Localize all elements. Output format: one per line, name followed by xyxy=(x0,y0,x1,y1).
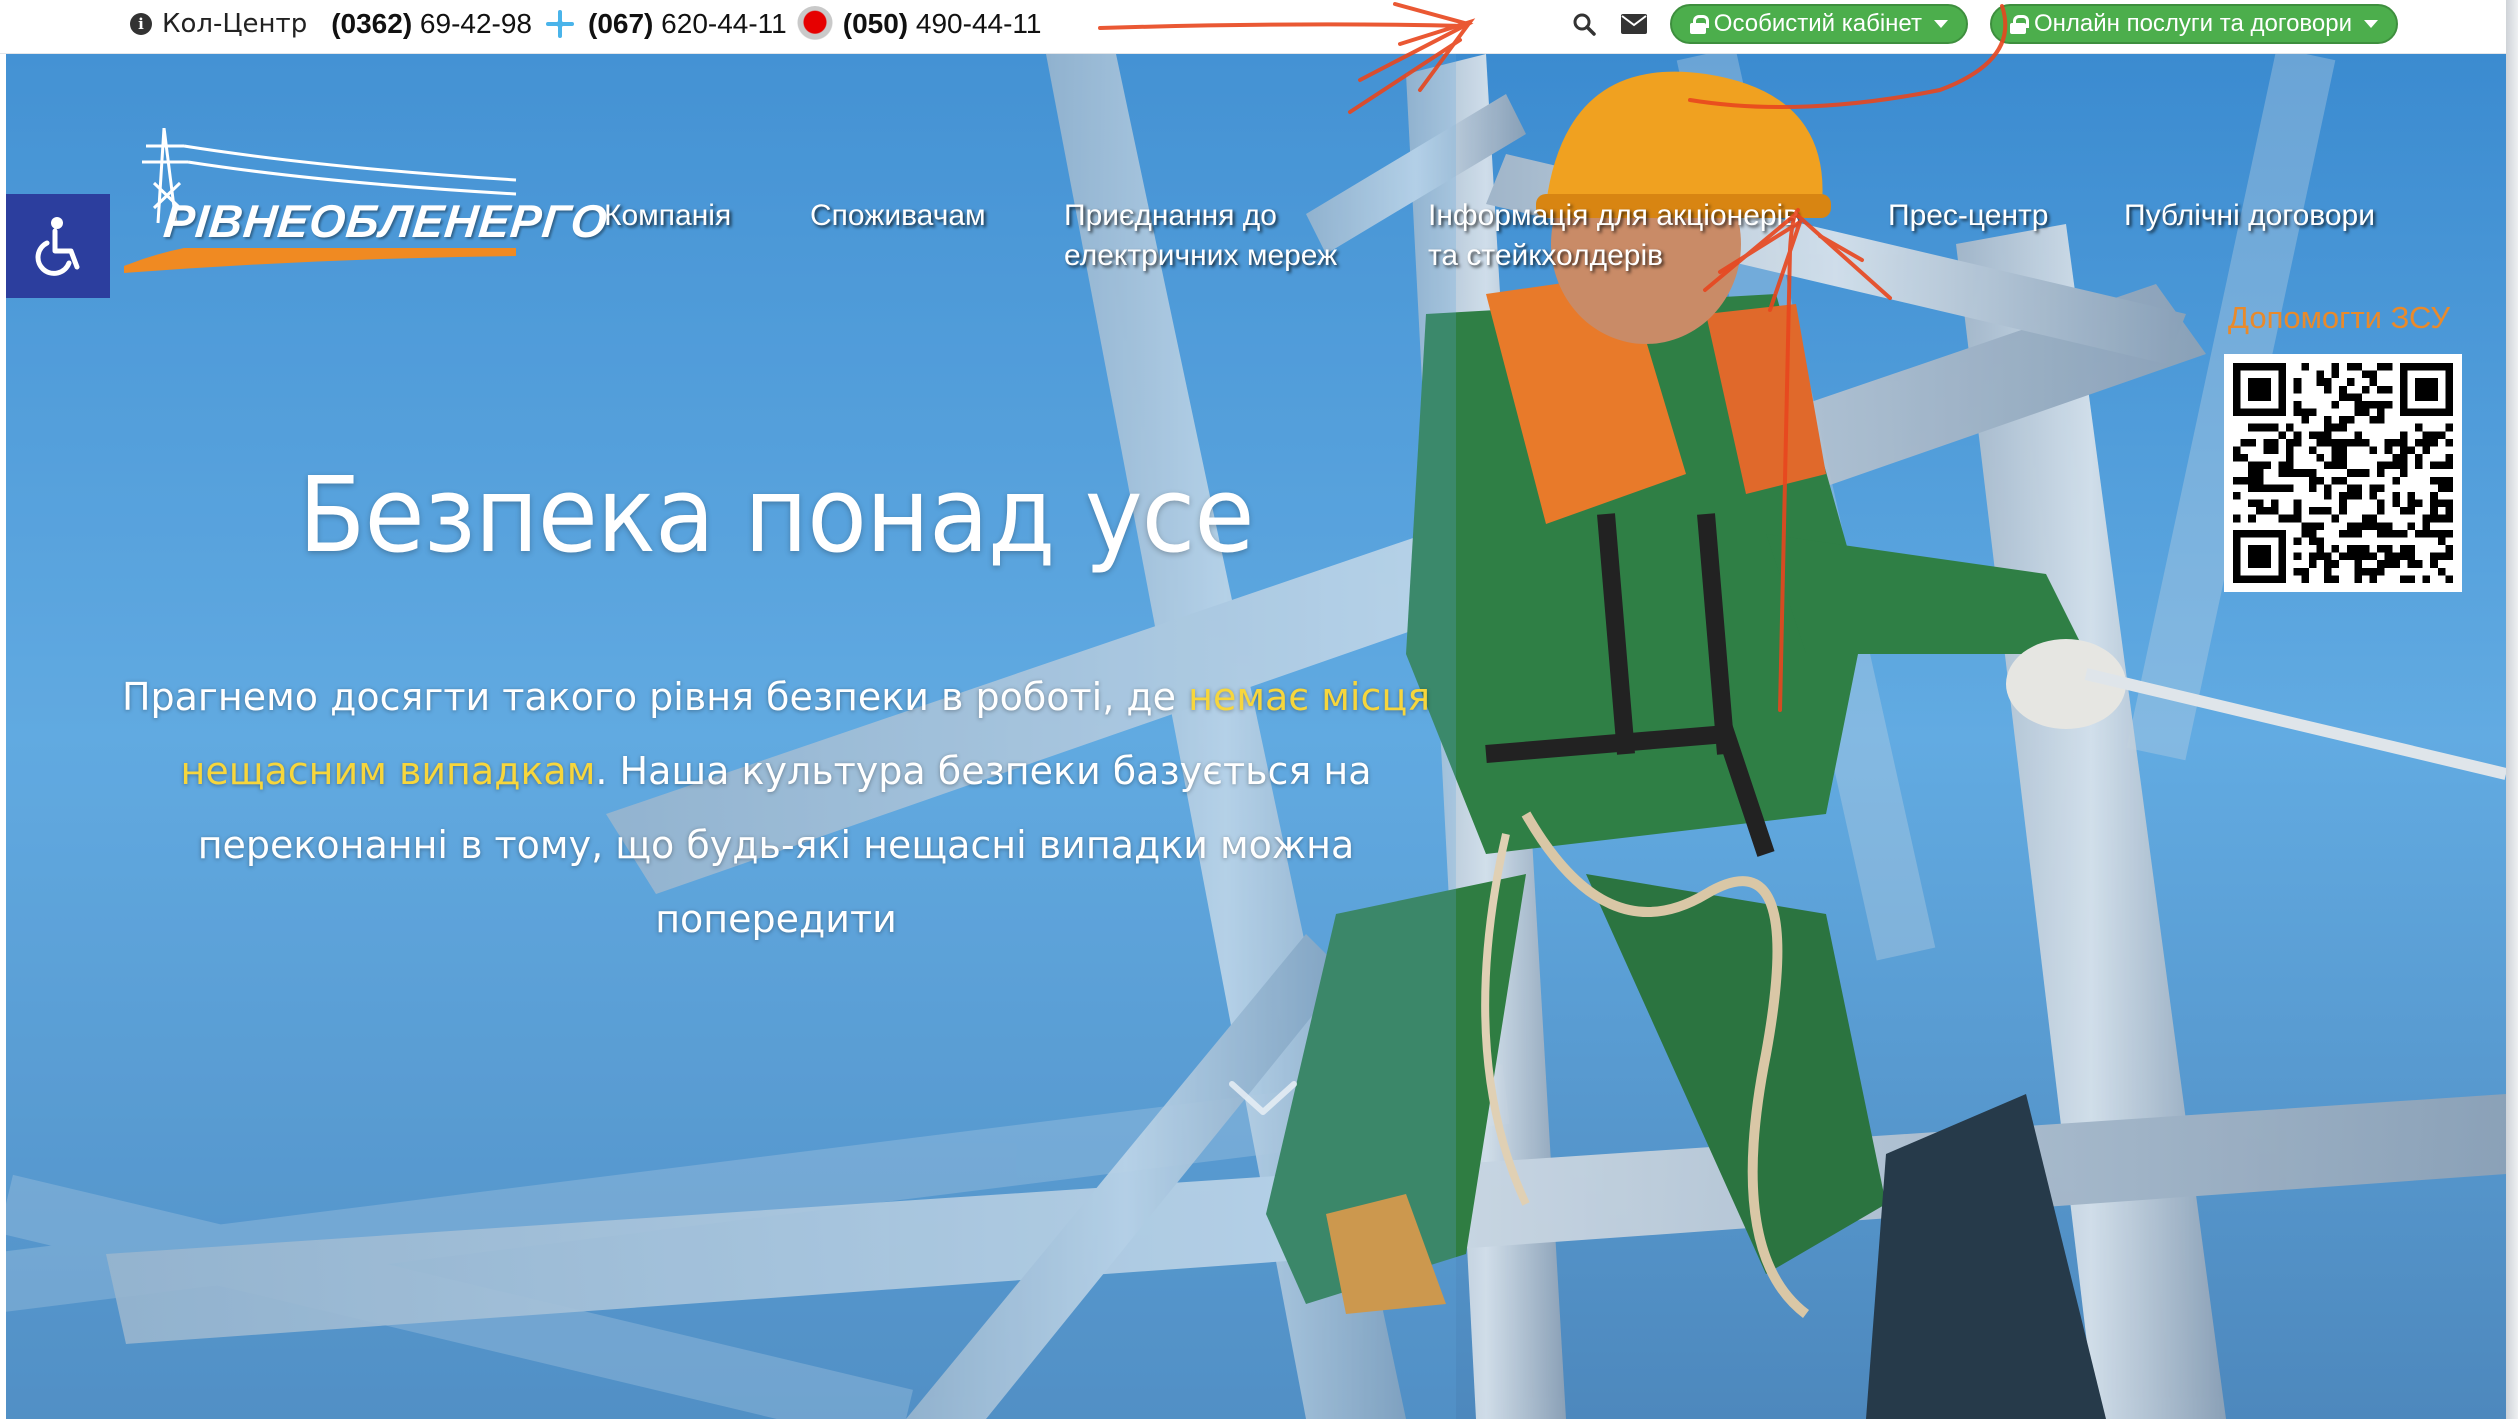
phone-link[interactable]: (067) 620-44-11 xyxy=(588,8,787,40)
kyivstar-icon xyxy=(542,6,579,42)
nav-item-press-center[interactable]: Прес-центр xyxy=(1888,196,2048,236)
chevron-down-icon[interactable] xyxy=(1228,1078,1298,1122)
company-logo[interactable]: РІВНЕОБЛЕНЕРГО xyxy=(124,127,611,278)
search-icon[interactable] xyxy=(1570,10,1598,38)
hero-title: Безпека понад усе xyxy=(298,454,1254,576)
help-zsu-link[interactable]: Допомогти ЗСУ xyxy=(2228,300,2450,336)
caret-down-icon xyxy=(2364,20,2378,28)
nav-item-label-line2: та стейкхолдерів xyxy=(1428,239,1664,272)
phone-code: (050) xyxy=(842,8,909,39)
contact-info: i Кол-Центр (0362) 69-42-98 (067) 620-44… xyxy=(130,0,1041,48)
nav-item-shareholders[interactable]: Інформація для акціонерів та стейкхолдер… xyxy=(1428,196,1799,276)
top-actions: Особистий кабінет Онлайн послуги та дого… xyxy=(1570,0,2398,48)
phone-code: (0362) xyxy=(331,8,413,39)
phone-number: 490-44-11 xyxy=(915,8,1042,39)
nav-item-grid-connection[interactable]: Приєднання до електричних мереж xyxy=(1064,196,1337,276)
info-icon: i xyxy=(130,13,152,35)
phone-number: 620-44-11 xyxy=(661,8,787,39)
nav-item-label-line1: Інформація для акціонерів xyxy=(1428,199,1800,232)
accessibility-button[interactable] xyxy=(6,194,110,298)
phone-link[interactable]: (050) 490-44-11 xyxy=(843,8,1042,40)
top-bar: i Кол-Центр (0362) 69-42-98 (067) 620-44… xyxy=(0,0,2518,54)
online-services-button[interactable]: Онлайн послуги та договори xyxy=(1989,4,2398,44)
phone-code: (067) xyxy=(588,8,654,39)
lock-icon xyxy=(1689,15,1709,34)
hero-description: Прагнемо досягти такого рівня безпеки в … xyxy=(106,660,1446,956)
nav-item-label: Компанія xyxy=(604,199,732,232)
nav-item-label-line1: Приєднання до xyxy=(1064,199,1277,232)
nav-item-consumers[interactable]: Споживачам xyxy=(810,196,986,236)
nav-item-label: Споживачам xyxy=(810,199,986,232)
window-edge xyxy=(2506,0,2518,1419)
phone-link[interactable]: (0362) 69-42-98 xyxy=(331,8,532,40)
lock-icon xyxy=(2009,15,2029,34)
phone-number: 69-42-98 xyxy=(419,8,533,39)
hero-section: РІВНЕОБЛЕНЕРГО Компанія Споживачам Приєд… xyxy=(6,54,2506,1419)
nav-item-label: Публічні договори xyxy=(2124,199,2375,232)
hero-text-part1: Прагнемо досягти такого рівня безпеки в … xyxy=(121,675,1189,719)
nav-item-public-contracts[interactable]: Публічні договори xyxy=(2124,196,2375,236)
nav-item-label-line2: електричних мереж xyxy=(1064,239,1338,272)
caret-down-icon xyxy=(1933,20,1948,28)
logo-text: РІВНЕОБЛЕНЕРГО xyxy=(161,195,611,247)
nav-item-company[interactable]: Компанія xyxy=(604,196,731,236)
nav-item-label: Прес-центр xyxy=(1888,199,2049,232)
qr-code-image xyxy=(2233,363,2453,583)
personal-cabinet-label: Особистий кабінет xyxy=(1713,10,1922,37)
wheelchair-icon xyxy=(35,217,80,276)
callcenter-label: Кол-Центр xyxy=(162,9,308,39)
qr-code[interactable] xyxy=(2224,354,2462,592)
mail-icon[interactable] xyxy=(1620,10,1648,38)
vodafone-icon xyxy=(796,6,833,42)
personal-cabinet-button[interactable]: Особистий кабінет xyxy=(1669,4,1968,44)
online-services-label: Онлайн послуги та договори xyxy=(2033,10,2352,37)
